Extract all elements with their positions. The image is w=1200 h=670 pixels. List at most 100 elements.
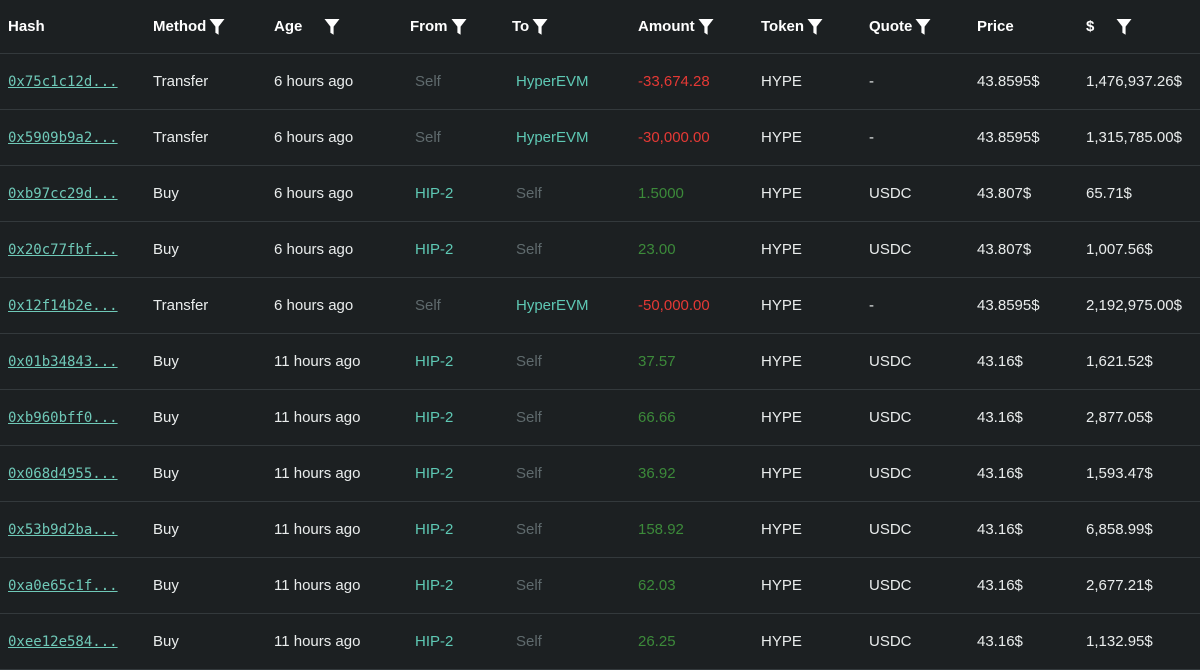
hash-link[interactable]: 0x068d4955... [8,466,118,482]
hash-link[interactable]: 0xee12e584... [8,634,118,650]
header-from: From [410,0,467,53]
table-row[interactable]: 0x12f14b2e... Transfer 6 hours ago Self Hype… [0,278,1200,334]
cell-to: Self [516,334,542,389]
age-value: 11 hours ago [274,409,361,426]
from-address[interactable]: HIP-2 [415,577,453,594]
header-token-label: Token [761,18,805,35]
to-address[interactable]: HyperEVM [516,73,589,90]
hash-link[interactable]: 0x75c1c12d... [8,74,118,90]
table-row[interactable]: 0x75c1c12d... Transfer 6 hours ago Self Hype… [0,54,1200,110]
cell-age: 6 hours ago [274,166,353,221]
method-value: Buy [153,353,179,370]
usd-value: 1,007.56$ [1086,241,1153,258]
from-address[interactable]: HIP-2 [415,409,453,426]
amount-value: 62.03 [638,577,676,594]
token-filter-icon[interactable] [807,18,823,36]
method-value: Transfer [153,73,209,90]
header-quote-label: Quote [869,18,913,35]
token-value: HYPE [761,465,802,482]
cell-token: HYPE [761,278,802,333]
from-address[interactable]: HIP-2 [415,521,453,538]
header-token: Token [761,0,823,53]
hash-link[interactable]: 0xb960bff0... [8,410,118,426]
usd-value: 1,132.95$ [1086,633,1153,650]
cell-from: HIP-2 [415,166,453,221]
cell-token: HYPE [761,54,802,109]
cell-to: Self [516,166,542,221]
to-address: Self [516,185,542,202]
cell-price: 43.807$ [977,166,1031,221]
cell-age: 6 hours ago [274,222,353,277]
table-row[interactable]: 0x20c77fbf... Buy 6 hours ago HIP-2 Self 23.0… [0,222,1200,278]
cell-from: Self [415,54,441,109]
hash-link[interactable]: 0x01b34843... [8,354,118,370]
cell-method: Buy [153,166,179,221]
method-value: Buy [153,577,179,594]
cell-method: Buy [153,334,179,389]
table-row[interactable]: 0x068d4955... Buy 11 hours ago HIP-2 Self 36.… [0,446,1200,502]
table-row[interactable]: 0x53b9d2ba... Buy 11 hours ago HIP-2 Self 158… [0,502,1200,558]
cell-from: HIP-2 [415,558,453,613]
header-price: Price [977,0,1014,53]
header-to: To [512,0,548,53]
to-address: Self [516,241,542,258]
cell-method: Transfer [153,110,208,165]
token-value: HYPE [761,633,802,650]
usd-filter-icon[interactable] [1116,18,1132,36]
to-filter-icon[interactable] [532,18,548,36]
from-address[interactable]: HIP-2 [415,633,453,650]
from-address[interactable]: HIP-2 [415,185,453,202]
hash-link[interactable]: 0x12f14b2e... [8,298,118,314]
age-value: 6 hours ago [274,241,354,258]
token-value: HYPE [761,521,802,538]
cell-usd: 2,877.05$ [1086,390,1153,445]
cell-to: Self [516,502,542,557]
cell-to: HyperEVM [516,54,589,109]
table-row[interactable]: 0x01b34843... Buy 11 hours ago HIP-2 Self 37.… [0,334,1200,390]
table-row[interactable]: 0xa0e65c1f... Buy 11 hours ago HIP-2 Self 62.… [0,558,1200,614]
hash-link[interactable]: 0x5909b9a2... [8,130,118,146]
cell-token: HYPE [761,446,802,501]
age-filter-icon[interactable] [324,18,340,36]
cell-usd: 6,858.99$ [1086,502,1153,557]
hash-link[interactable]: 0x53b9d2ba... [8,522,118,538]
age-value: 11 hours ago [274,465,361,482]
cell-hash: 0x12f14b2e... [8,278,118,333]
cell-quote: - [869,54,874,109]
from-filter-icon[interactable] [451,18,467,36]
cell-token: HYPE [761,166,802,221]
cell-from: HIP-2 [415,446,453,501]
table-row[interactable]: 0xee12e584... Buy 11 hours ago HIP-2 Self 26.… [0,614,1200,670]
cell-price: 43.16$ [977,502,1023,557]
usd-value: 2,192,975.00$ [1086,297,1182,314]
token-value: HYPE [761,353,802,370]
table-row[interactable]: 0xb97cc29d... Buy 6 hours ago HIP-2 Self 1.50… [0,166,1200,222]
from-address[interactable]: HIP-2 [415,465,453,482]
hash-link[interactable]: 0xa0e65c1f... [8,578,118,594]
header-to-label: To [512,18,530,35]
cell-price: 43.16$ [977,390,1023,445]
method-filter-icon[interactable] [209,18,225,36]
to-address: Self [516,353,542,370]
age-value: 6 hours ago [274,185,354,202]
amount-value: 37.57 [638,353,676,370]
token-value: HYPE [761,297,802,314]
price-value: 43.8595$ [977,129,1040,146]
from-address[interactable]: HIP-2 [415,353,453,370]
amount-filter-icon[interactable] [698,18,714,36]
quote-filter-icon[interactable] [915,18,931,36]
header-age-label: Age [274,18,303,35]
to-address[interactable]: HyperEVM [516,129,589,146]
table-row[interactable]: 0x5909b9a2... Transfer 6 hours ago Self Hype… [0,110,1200,166]
cell-usd: 1,476,937.26$ [1086,54,1182,109]
to-address[interactable]: HyperEVM [516,297,589,314]
quote-value: USDC [869,185,912,202]
hash-link[interactable]: 0x20c77fbf... [8,242,118,258]
cell-to: Self [516,614,542,669]
header-hash-label: Hash [8,18,45,35]
hash-link[interactable]: 0xb97cc29d... [8,186,118,202]
from-address[interactable]: HIP-2 [415,241,453,258]
table-header: Hash Method Age From To Amount Token Quo… [0,0,1200,54]
cell-token: HYPE [761,558,802,613]
table-row[interactable]: 0xb960bff0... Buy 11 hours ago HIP-2 Self 66.… [0,390,1200,446]
